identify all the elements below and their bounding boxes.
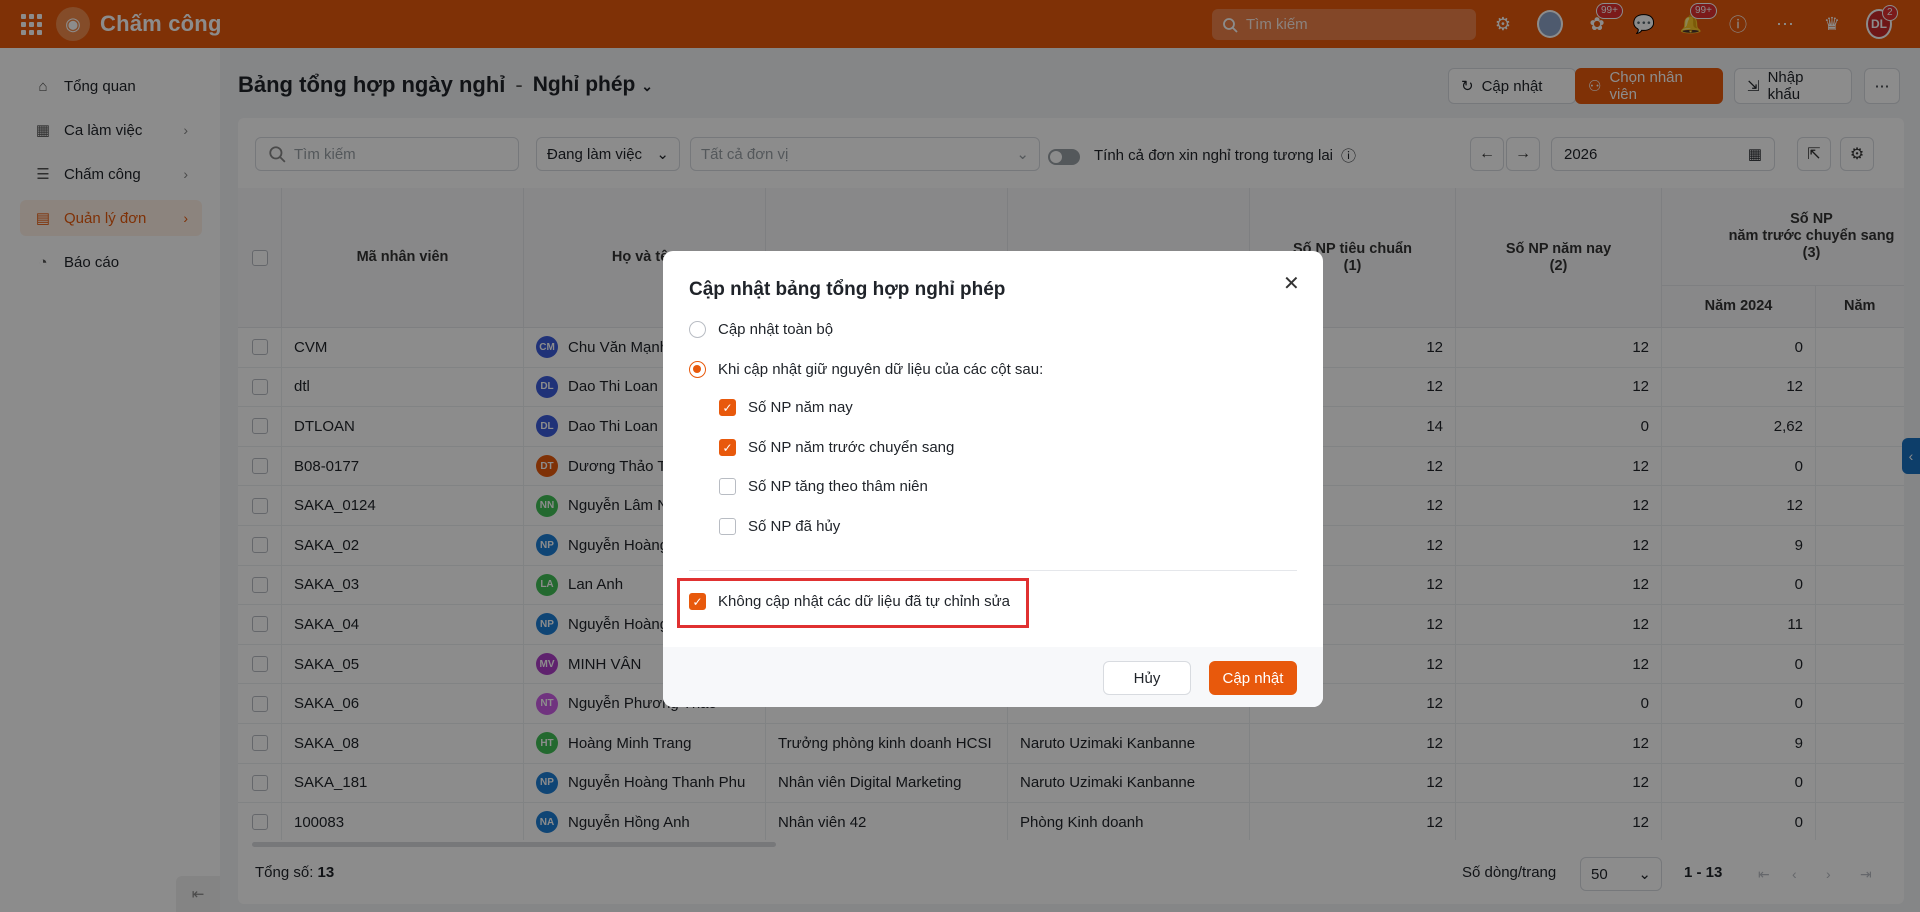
keep-columns-radio[interactable] bbox=[689, 361, 706, 378]
keep-this-year-option[interactable]: ✓ Số NP năm nay bbox=[719, 399, 853, 416]
keep-seniority-checkbox[interactable] bbox=[719, 478, 736, 495]
keep-carry-over-checkbox[interactable]: ✓ bbox=[719, 439, 736, 456]
keep-seniority-option[interactable]: Số NP tăng theo thâm niên bbox=[719, 478, 928, 495]
no-update-edited-checkbox[interactable]: ✓ bbox=[689, 593, 706, 610]
keep-this-year-checkbox[interactable]: ✓ bbox=[719, 399, 736, 416]
no-update-edited-label: Không cập nhật các dữ liệu đã tự chỉnh s… bbox=[718, 593, 1010, 610]
update-all-radio[interactable] bbox=[689, 321, 706, 338]
confirm-update-button[interactable]: Cập nhật bbox=[1209, 661, 1297, 695]
dialog-divider bbox=[689, 570, 1297, 571]
no-update-edited-option[interactable]: ✓ Không cập nhật các dữ liệu đã tự chỉnh … bbox=[689, 593, 1010, 610]
cancel-button[interactable]: Hủy bbox=[1103, 661, 1191, 695]
dialog-title: Cập nhật bảng tổng hợp nghỉ phép bbox=[689, 279, 1006, 300]
keep-cancelled-option[interactable]: Số NP đã hủy bbox=[719, 518, 840, 535]
keep-carry-over-option[interactable]: ✓ Số NP năm trước chuyển sang bbox=[719, 439, 954, 456]
option-update-all[interactable]: Cập nhật toàn bộ bbox=[689, 321, 833, 338]
update-dialog: Cập nhật bảng tổng hợp nghỉ phép ✕ Cập n… bbox=[663, 251, 1323, 707]
close-icon[interactable]: ✕ bbox=[1283, 271, 1300, 296]
option-keep-columns-label: Khi cập nhật giữ nguyên dữ liệu của các … bbox=[718, 361, 1044, 378]
keep-cancelled-label: Số NP đã hủy bbox=[748, 518, 841, 535]
option-keep-columns[interactable]: Khi cập nhật giữ nguyên dữ liệu của các … bbox=[689, 361, 1043, 378]
keep-carry-over-label: Số NP năm trước chuyển sang bbox=[748, 439, 955, 456]
keep-seniority-label: Số NP tăng theo thâm niên bbox=[748, 478, 928, 495]
keep-cancelled-checkbox[interactable] bbox=[719, 518, 736, 535]
option-update-all-label: Cập nhật toàn bộ bbox=[718, 321, 834, 338]
keep-this-year-label: Số NP năm nay bbox=[748, 399, 853, 416]
